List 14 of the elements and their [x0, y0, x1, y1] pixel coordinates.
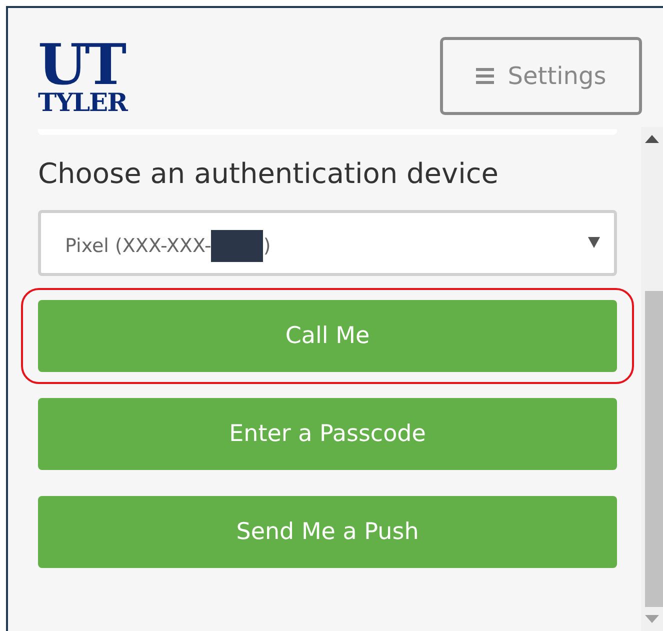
scrollbar-thumb[interactable]	[645, 291, 663, 607]
logo-text: UT	[38, 41, 126, 89]
settings-button[interactable]: Settings	[440, 37, 642, 115]
action-button[interactable]: Enter a Passcode	[38, 398, 617, 470]
scroll-up-icon[interactable]	[645, 135, 659, 143]
scrollbar[interactable]	[641, 127, 663, 631]
device-select[interactable]: Pixel (XXX-XXX- )	[38, 210, 617, 276]
action-button[interactable]: Send Me a Push	[38, 496, 617, 568]
logo-text: TYLER	[38, 89, 127, 117]
caret-icon	[588, 236, 600, 248]
heading: Choose an authentication device	[38, 157, 500, 190]
scroll-down-icon[interactable]	[645, 615, 659, 623]
action-button[interactable]: Call Me	[38, 300, 617, 372]
menu-icon	[476, 68, 494, 84]
